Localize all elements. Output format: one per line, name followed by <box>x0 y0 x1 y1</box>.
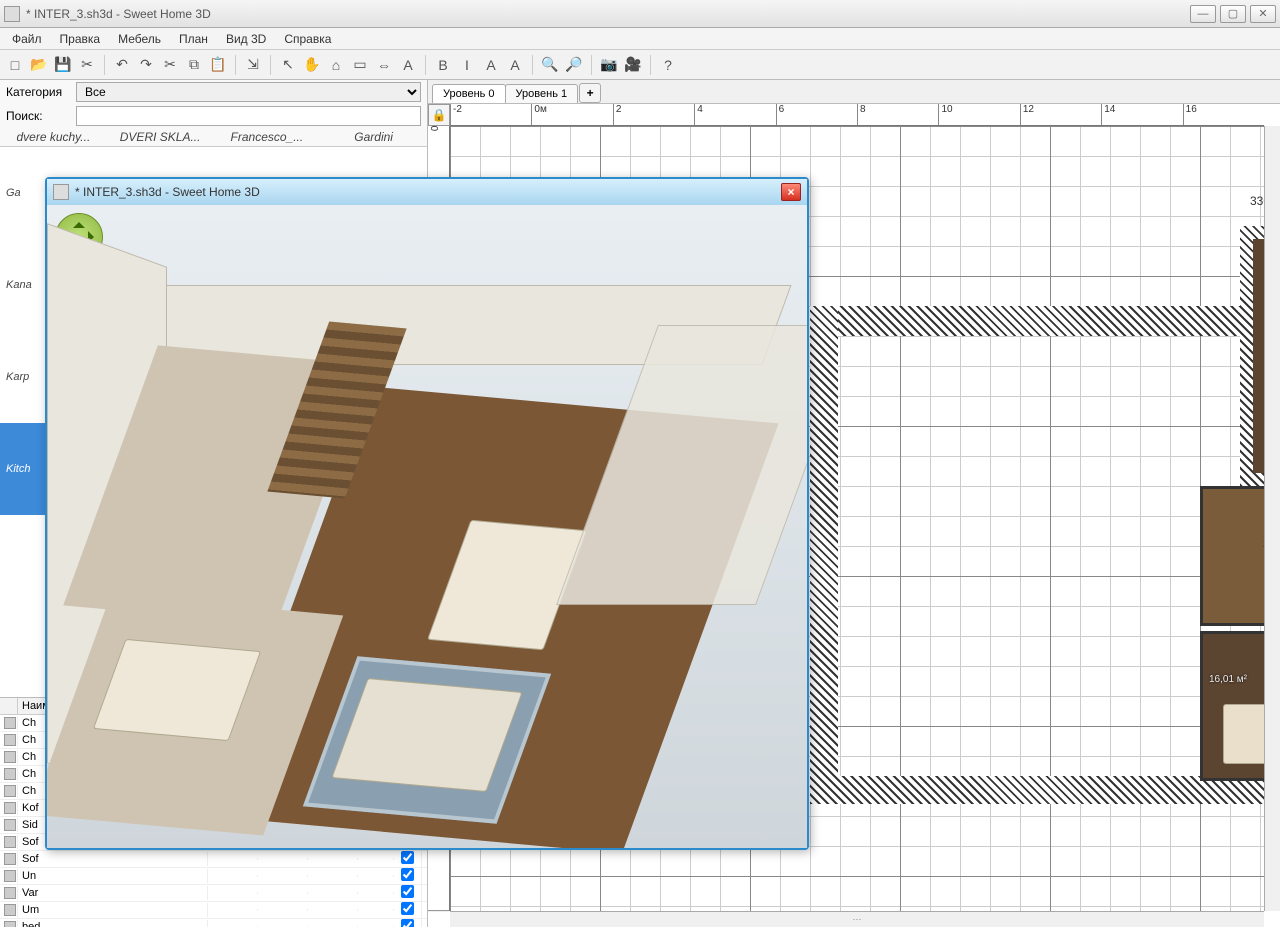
ruler-tick: 6 <box>776 104 857 125</box>
close-button[interactable]: ✕ <box>1250 5 1276 23</box>
table-row[interactable]: Um <box>0 902 427 919</box>
room-label-r4: 16,01 м² <box>1209 674 1247 685</box>
app-icon <box>4 6 20 22</box>
table-row[interactable]: Sof <box>0 851 427 868</box>
ruler-tick: 8 <box>857 104 938 125</box>
menu-вид 3d[interactable]: Вид 3D <box>218 30 274 48</box>
scrollbar-vertical[interactable] <box>1264 126 1280 911</box>
text-smaller-icon[interactable]: A <box>504 54 526 76</box>
search-input[interactable] <box>76 106 421 126</box>
ruler-tick: 10 <box>938 104 1019 125</box>
view3d-titlebar[interactable]: * INTER_3.sh3d - Sweet Home 3D × <box>47 179 807 205</box>
ruler-tick: -2 <box>450 104 531 125</box>
new-file-icon[interactable]: □ <box>4 54 26 76</box>
category-select[interactable]: Все <box>76 82 421 102</box>
menu-план[interactable]: План <box>171 30 216 48</box>
table-row[interactable]: bed <box>0 919 427 927</box>
toolbar: □📂💾✂↶↷✂⧉📋⇲↖✋⌂▭⇔ABIAA🔍🔎📷🎥? <box>0 50 1280 80</box>
search-label: Поиск: <box>6 109 72 123</box>
ruler-tick: 16 <box>1183 104 1264 125</box>
cut-icon[interactable]: ✂ <box>159 54 181 76</box>
pan-icon[interactable]: ✋ <box>301 54 323 76</box>
paste-icon[interactable]: 📋 <box>207 54 229 76</box>
menu-мебель[interactable]: Мебель <box>110 30 169 48</box>
select-icon[interactable]: ↖ <box>277 54 299 76</box>
table-row[interactable]: Var <box>0 885 427 902</box>
copy-icon[interactable]: ⧉ <box>183 54 205 76</box>
text-larger-icon[interactable]: A <box>480 54 502 76</box>
catalog-column[interactable]: DVERI SKLA... <box>107 130 214 144</box>
help-icon[interactable]: ? <box>657 54 679 76</box>
table-row[interactable]: Un <box>0 868 427 885</box>
create-walls-icon[interactable]: ⌂ <box>325 54 347 76</box>
ruler-tick: 4 <box>694 104 775 125</box>
visible-checkbox[interactable] <box>401 868 414 881</box>
visible-checkbox[interactable] <box>401 919 414 927</box>
catalog-column[interactable]: Francesco_... <box>214 130 321 144</box>
open-icon[interactable]: 📂 <box>28 54 50 76</box>
menu-файл[interactable]: Файл <box>4 30 50 48</box>
menu-правка[interactable]: Правка <box>52 30 109 48</box>
floorplan: Гостиная 42,02 м² 21,44 м² 8,57 м² <box>800 176 1264 876</box>
menubar: ФайлПравкаМебельПланВид 3DСправка <box>0 28 1280 50</box>
view3d-viewport[interactable] <box>47 205 807 848</box>
visible-checkbox[interactable] <box>401 902 414 915</box>
zoom-out-icon[interactable]: 🔎 <box>563 54 585 76</box>
minimize-button[interactable]: — <box>1190 5 1216 23</box>
catalog-header: dvere kuchy...DVERI SKLA...Francesco_...… <box>0 128 427 147</box>
window-title: * INTER_3.sh3d - Sweet Home 3D <box>26 7 1190 21</box>
redo-icon[interactable]: ↷ <box>135 54 157 76</box>
create-dimensions-icon[interactable]: ⇔ <box>373 54 395 76</box>
category-label: Категория <box>6 85 72 99</box>
catalog-column[interactable]: Gardini <box>320 130 427 144</box>
maximize-button[interactable]: ▢ <box>1220 5 1246 23</box>
preferences-icon[interactable]: ✂ <box>76 54 98 76</box>
view3d-title: * INTER_3.sh3d - Sweet Home 3D <box>75 185 775 199</box>
level-tab[interactable]: Уровень 0 <box>432 84 506 103</box>
view3d-app-icon <box>53 184 69 200</box>
view3d-window[interactable]: * INTER_3.sh3d - Sweet Home 3D × <box>45 177 809 850</box>
photo-icon[interactable]: 📷 <box>598 54 620 76</box>
visible-checkbox[interactable] <box>401 851 414 864</box>
ruler-horizontal: 🔒 -20м246810121416 <box>450 104 1264 126</box>
visible-checkbox[interactable] <box>401 885 414 898</box>
titlebar: * INTER_3.sh3d - Sweet Home 3D — ▢ ✕ <box>0 0 1280 28</box>
text-italic-icon[interactable]: I <box>456 54 478 76</box>
text-bold-icon[interactable]: B <box>432 54 454 76</box>
ruler-tick: 12 <box>1020 104 1101 125</box>
ruler-tick: 14 <box>1101 104 1182 125</box>
ruler-tick: 2 <box>613 104 694 125</box>
view3d-close-button[interactable]: × <box>781 183 801 201</box>
video-icon[interactable]: 🎥 <box>622 54 644 76</box>
dimension-label: 330 <box>1250 194 1264 208</box>
save-icon[interactable]: 💾 <box>52 54 74 76</box>
add-level-button[interactable]: + <box>579 83 601 103</box>
add-furniture-icon[interactable]: ⇲ <box>242 54 264 76</box>
create-text-icon[interactable]: A <box>397 54 419 76</box>
zoom-in-icon[interactable]: 🔍 <box>539 54 561 76</box>
undo-icon[interactable]: ↶ <box>111 54 133 76</box>
create-rooms-icon[interactable]: ▭ <box>349 54 371 76</box>
ruler-tick: 0м <box>531 104 612 125</box>
menu-справка[interactable]: Справка <box>276 30 339 48</box>
lock-icon[interactable]: 🔒 <box>428 104 450 126</box>
level-tab[interactable]: Уровень 1 <box>505 84 579 103</box>
level-tabs: Уровень 0Уровень 1+ <box>428 80 1280 104</box>
catalog-column[interactable]: dvere kuchy... <box>0 130 107 144</box>
scrollbar-horizontal[interactable]: ⋯ <box>450 911 1264 927</box>
